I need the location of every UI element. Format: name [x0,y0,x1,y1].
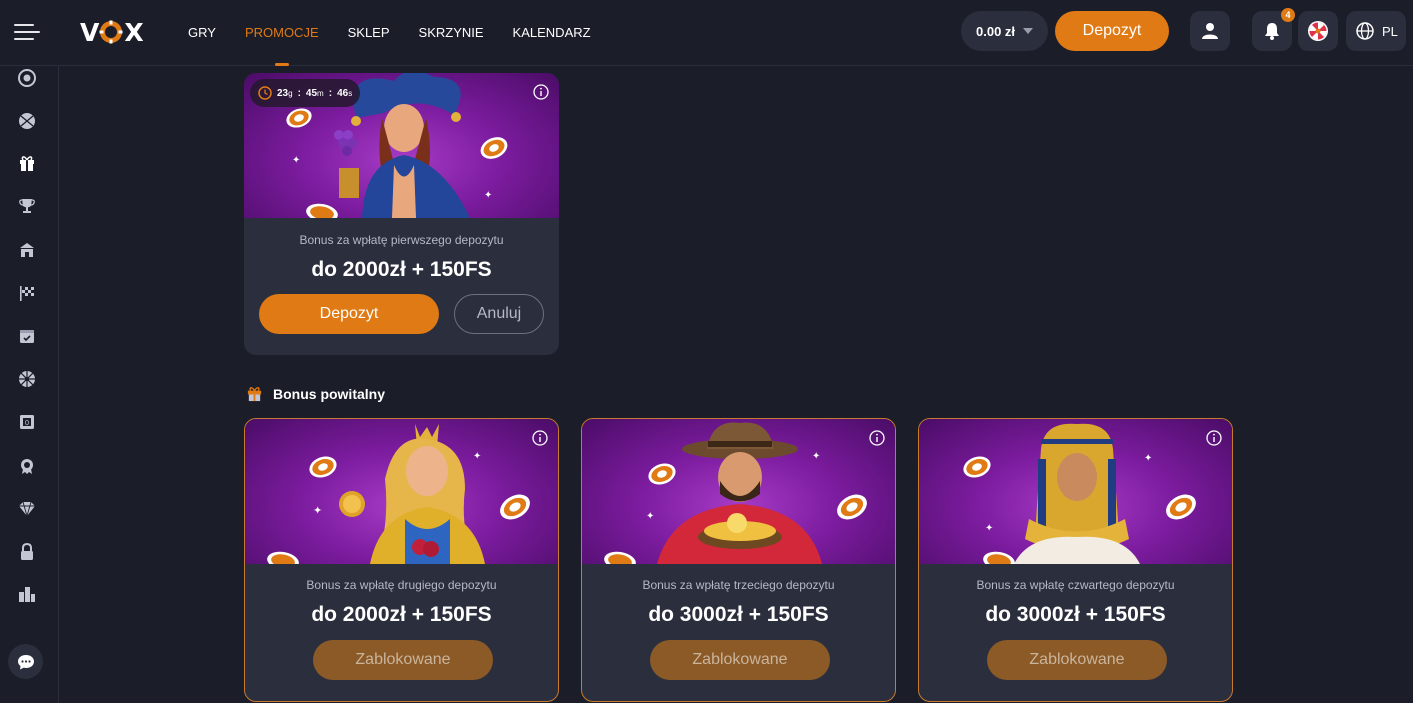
svg-text:✦: ✦ [985,523,993,534]
section-title: Bonus powitalny [246,385,385,402]
wheel-icon[interactable] [17,369,37,389]
info-icon[interactable] [1206,430,1222,446]
clock-icon [258,86,272,100]
locked-button[interactable]: Zablokowane [650,640,830,680]
gift-icon[interactable] [17,153,37,173]
timer-separator: : [328,87,333,99]
timer-separator: : [297,87,301,99]
chat-button[interactable] [8,644,43,679]
svg-text:✦: ✦ [292,155,300,166]
info-icon[interactable] [532,430,548,446]
menu-icon[interactable] [14,22,40,42]
info-icon[interactable] [869,430,885,446]
info-icon[interactable] [533,84,549,100]
language-code: PL [1382,23,1398,39]
gift-icon [247,387,262,402]
award-icon[interactable] [17,456,37,476]
bonus-amount: do 2000zł + 150FS [311,603,492,626]
bell-icon [1265,23,1279,40]
leaderboard-icon[interactable] [17,584,37,604]
fortune-wheel-icon [1308,21,1328,41]
bonus-subtitle: Bonus za wpłatę drugiego depozytu [306,578,497,592]
queen-promo-image: ✦ ✦ [245,419,558,564]
balance-dropdown[interactable]: 0.00 zł [961,11,1048,51]
svg-text:✦: ✦ [473,451,481,462]
section-title-text: Bonus powitalny [273,385,385,402]
trophy-icon[interactable] [17,196,37,216]
locked-bonus-card: ✦ ✦ Bonus za wpłatę czwartego depozytu d… [918,418,1233,702]
locked-button[interactable]: Zablokowane [987,640,1167,680]
globe-icon [1356,22,1374,40]
wheel-button[interactable] [1298,11,1338,51]
nav-promotions[interactable]: PROMOCJE [245,0,319,66]
svg-text:✦: ✦ [812,451,820,462]
bonus-amount: do 2000zł + 150FS [311,258,492,281]
nav-chests[interactable]: SKRZYNIE [419,0,484,66]
diamond-icon[interactable] [17,499,37,519]
bonus-subtitle: Bonus za wpłatę trzeciego depozytu [642,578,835,592]
svg-text:0: 0 [25,419,29,427]
main-nav: GRY PROMOCJE SKLEP SKRZYNIE KALENDARZ [188,0,591,66]
logo-chip-icon [99,20,123,44]
cancel-button[interactable]: Anuluj [454,294,544,334]
chat-icon [17,654,34,669]
lock-icon[interactable] [17,542,37,562]
timer-hours: 45m [305,87,324,99]
active-bonus-card: ✦ ✦ 23g : 45m : 46s Bonus za wpłatę pier… [244,73,559,355]
explorer-promo-image: ✦ ✦ [582,419,895,564]
bonus-subtitle: Bonus za wpłatę pierwszego depozytu [299,233,504,247]
race-flag-icon[interactable] [17,283,37,303]
nav-shop[interactable]: SKLEP [348,0,390,66]
countdown-timer: 23g : 45m : 46s [250,79,361,107]
vox-logo[interactable]: V X [80,18,144,47]
locked-bonus-card: ✦ ✦ Bonus za wpłatę drugiego depozytu do… [244,418,559,702]
locked-button[interactable]: Zablokowane [313,640,493,680]
svg-text:✦: ✦ [1144,453,1152,464]
header-deposit-button[interactable]: Depozyt [1055,11,1169,51]
profile-button[interactable] [1190,11,1230,51]
language-selector[interactable]: PL [1346,11,1406,51]
user-icon [1202,23,1218,39]
svg-text:✦: ✦ [484,190,492,201]
locked-bonus-card: ✦ ✦ Bonus za wpłatę trzeciego depozytu d… [581,418,896,702]
bonus-amount: do 3000zł + 150FS [985,603,1166,626]
calendar-icon[interactable] [17,326,37,346]
left-sidebar: 0 [0,66,59,703]
notifications-badge: 4 [1281,8,1295,22]
casino-chip-icon[interactable] [17,68,37,88]
svg-text:✦: ✦ [646,511,654,522]
nav-games[interactable]: GRY [188,0,216,66]
svg-text:✦: ✦ [313,505,322,517]
deposit-button[interactable]: Depozyt [259,294,439,334]
cleopatra-promo-image: ✦ ✦ [919,419,1232,564]
nav-calendar[interactable]: KALENDARZ [513,0,591,66]
balance-value: 0.00 zł [976,23,1016,39]
chevron-down-icon [1023,28,1034,34]
ticket-icon[interactable]: 0 [17,412,37,432]
timer-seconds: 46s [337,87,353,99]
top-header: V X GRY PROMOCJE SKLEP SKRZYNIE KALENDAR… [0,0,1413,66]
bonus-subtitle: Bonus za wpłatę czwartego depozytu [976,578,1175,592]
basketball-icon[interactable] [17,111,37,131]
timer-days: 23g [277,87,293,99]
bonus-amount: do 3000zł + 150FS [648,603,829,626]
shop-icon[interactable] [17,240,37,260]
